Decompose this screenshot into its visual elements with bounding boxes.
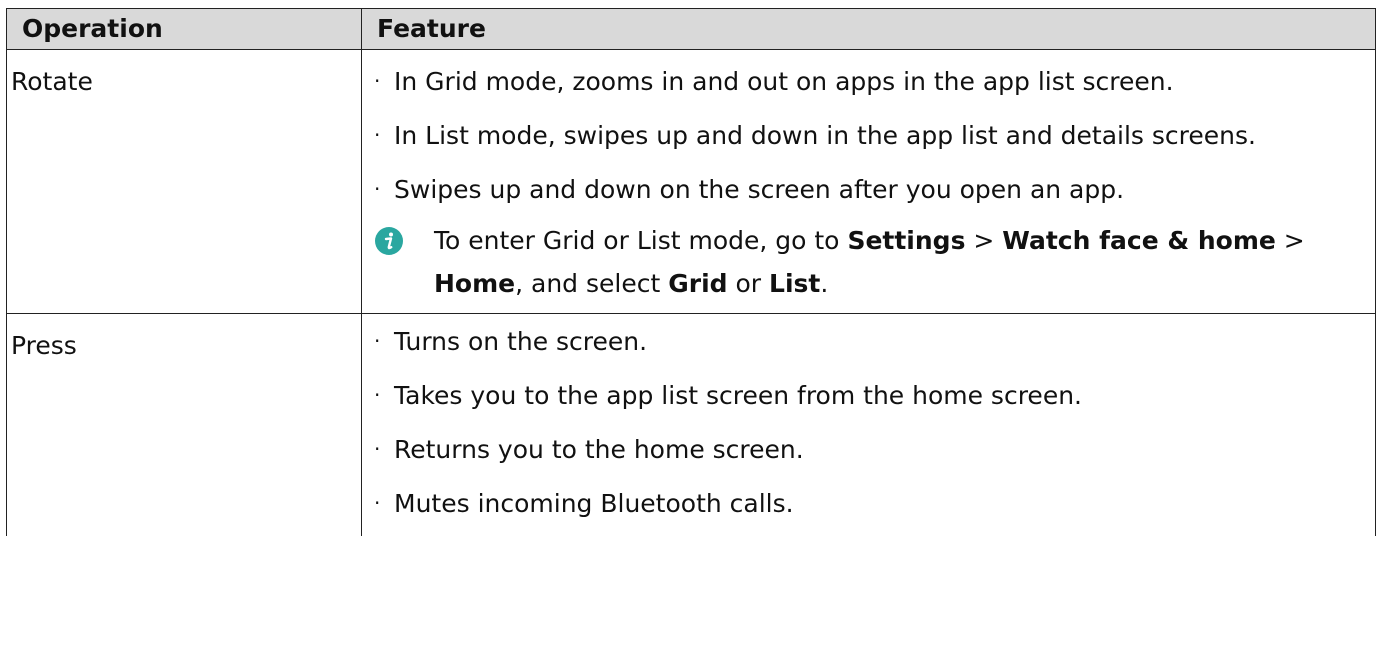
note-text: To enter Grid or List mode, go to Settin…	[434, 226, 1305, 298]
bullet-text: Returns you to the home screen.	[394, 435, 804, 464]
bullet-dot: ·	[374, 437, 381, 461]
bullet-text: Swipes up and down on the screen after y…	[394, 175, 1125, 204]
bullet-text: In Grid mode, zooms in and out on apps i…	[394, 67, 1174, 96]
table-row-rotate: Rotate · In Grid mode, zooms in and out …	[6, 49, 1376, 314]
header-operation: Operation	[6, 8, 362, 50]
bullet-dot: ·	[374, 329, 381, 353]
table-header-row: Operation Feature	[6, 8, 1376, 50]
list-item: · Mutes incoming Bluetooth calls.	[374, 482, 1355, 525]
operation-cell: Rotate	[6, 49, 362, 314]
list-item: · Returns you to the home screen.	[374, 428, 1355, 471]
operations-table: Operation Feature Rotate · In Grid mode,…	[6, 8, 1376, 536]
list-item: · In Grid mode, zooms in and out on apps…	[374, 60, 1355, 103]
bullet-dot: ·	[374, 177, 381, 201]
feature-cell: · In Grid mode, zooms in and out on apps…	[361, 49, 1376, 314]
bullet-text: In List mode, swipes up and down in the …	[394, 121, 1256, 150]
list-item: · In List mode, swipes up and down in th…	[374, 114, 1355, 157]
list-item: · Turns on the screen.	[374, 320, 1355, 363]
bullet-dot: ·	[374, 383, 381, 407]
operation-cell: Press	[6, 313, 362, 536]
info-icon	[375, 227, 403, 255]
header-feature: Feature	[361, 8, 1376, 50]
bullet-dot: ·	[374, 69, 381, 93]
bullet-text: Turns on the screen.	[394, 327, 648, 356]
bullet-dot: ·	[374, 491, 381, 515]
table-row-press: Press · Turns on the screen. · Takes you…	[6, 313, 1376, 536]
list-item: · Takes you to the app list screen from …	[374, 374, 1355, 417]
bullet-dot: ·	[374, 123, 381, 147]
bullet-text: Mutes incoming Bluetooth calls.	[394, 489, 794, 518]
list-item: · Swipes up and down on the screen after…	[374, 168, 1355, 211]
note-block: To enter Grid or List mode, go to Settin…	[374, 219, 1355, 305]
bullet-text: Takes you to the app list screen from th…	[394, 381, 1082, 410]
feature-cell: · Turns on the screen. · Takes you to th…	[361, 313, 1376, 536]
